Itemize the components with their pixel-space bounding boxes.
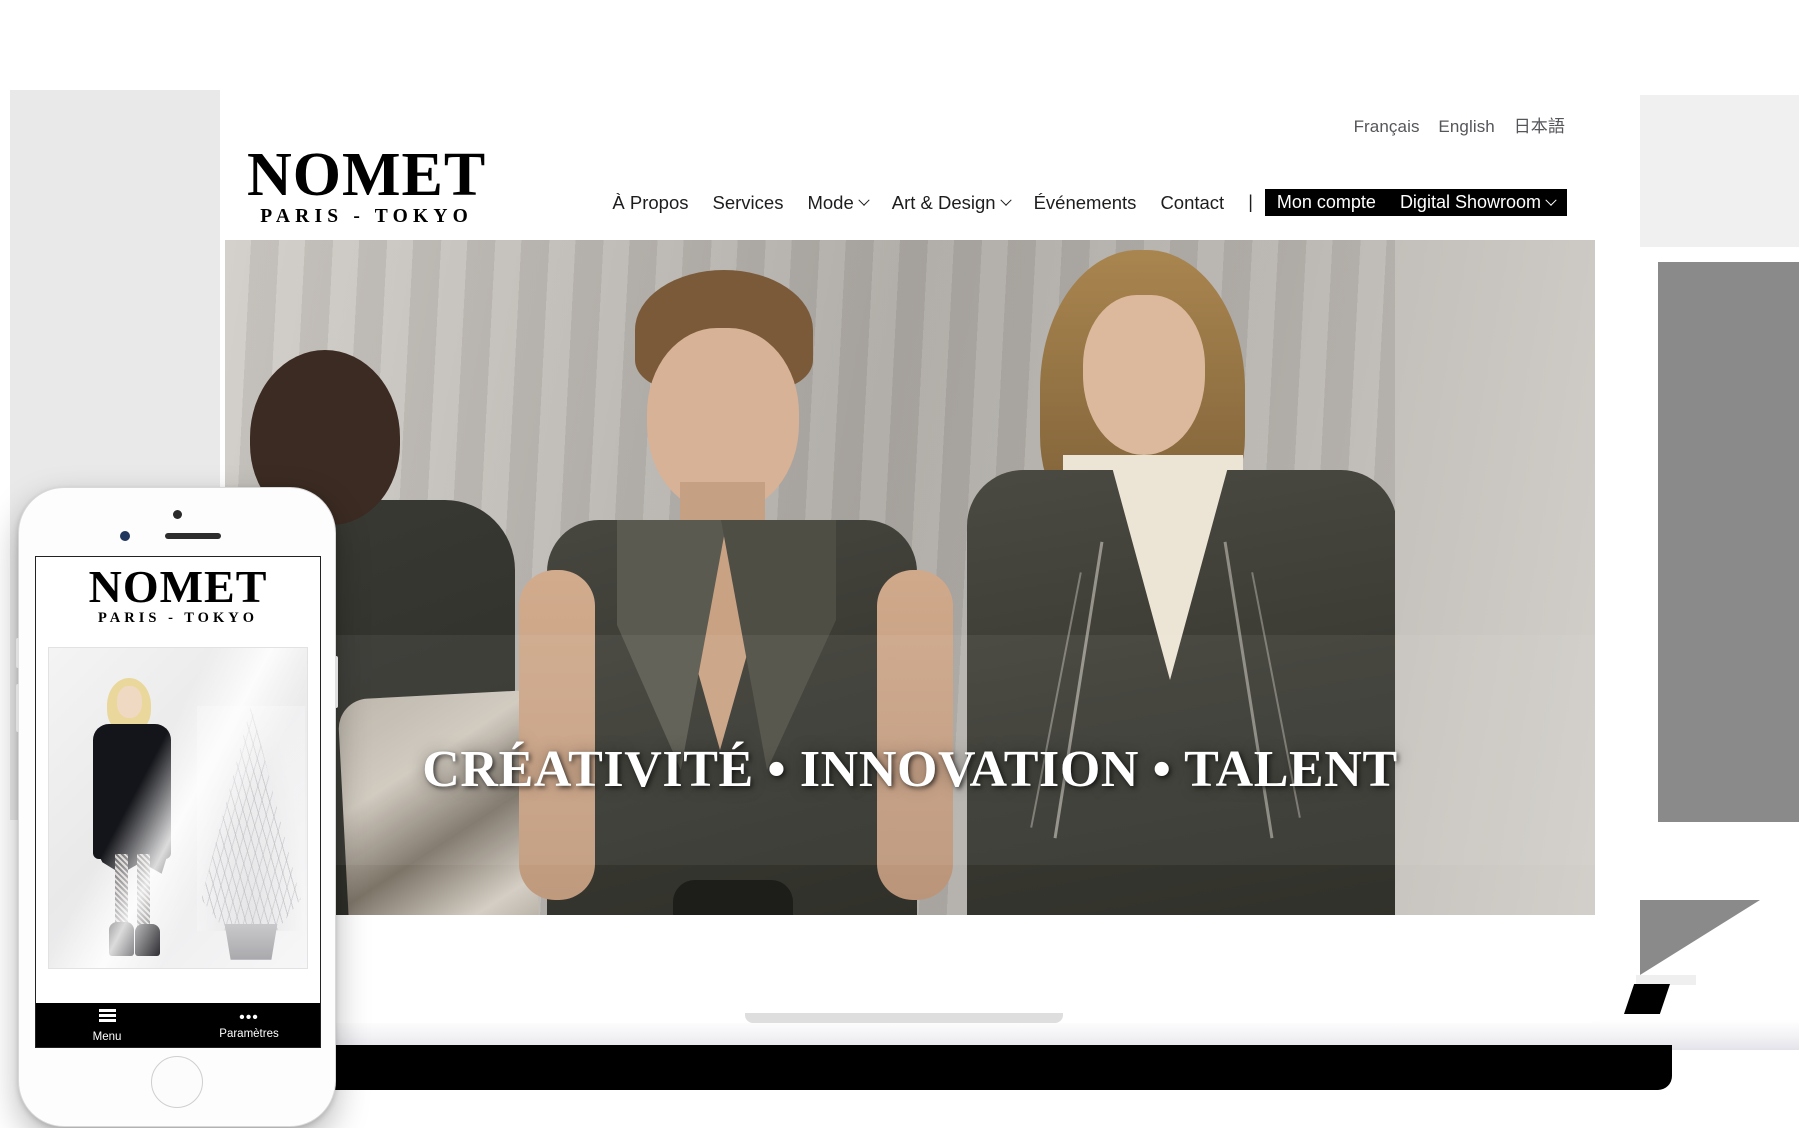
nav-label: À Propos bbox=[612, 191, 689, 213]
nav-item-contact[interactable]: Contact bbox=[1160, 192, 1224, 214]
phone-tab-label: Paramètres bbox=[219, 1028, 279, 1040]
laptop-base bbox=[322, 1045, 1672, 1090]
nav-label: Mon compte bbox=[1276, 192, 1376, 212]
phone-logo-wordmark: NOMET bbox=[88, 561, 268, 612]
phone-power-button[interactable] bbox=[335, 656, 338, 708]
laptop-notch bbox=[745, 1013, 1063, 1023]
website-window: Français English 日本語 NOMET PARIS - TOKYO… bbox=[225, 90, 1595, 985]
background-panel-right bbox=[1658, 262, 1799, 822]
background-corner-strip bbox=[1636, 975, 1696, 985]
logo-tagline: PARIS - TOKYO bbox=[260, 205, 474, 227]
language-option-en[interactable]: English bbox=[1438, 117, 1494, 136]
nav-label: Mode bbox=[807, 191, 854, 213]
nav-item-a-propos[interactable]: À Propos bbox=[612, 192, 688, 214]
nav-item-evenements[interactable]: Événements bbox=[1034, 192, 1137, 214]
hero-title: CRÉATIVITÉ • INNOVATION • TALENT bbox=[422, 741, 1398, 798]
phone-tab-menu[interactable]: Menu bbox=[36, 1007, 178, 1044]
hero-model-center bbox=[519, 270, 1005, 975]
hamburger-icon bbox=[98, 1007, 116, 1025]
language-option-ja[interactable]: 日本語 bbox=[1514, 117, 1565, 136]
ellipsis-icon: ••• bbox=[239, 1009, 259, 1026]
phone-tab-label: Menu bbox=[92, 1031, 122, 1044]
background-corner-accent bbox=[1624, 984, 1670, 1014]
nav-account-group: Mon compte Digital Showroom bbox=[1264, 189, 1567, 216]
nav-label: Art & Design bbox=[891, 191, 996, 213]
background-corner-diagonal bbox=[1640, 900, 1760, 975]
language-option-fr[interactable]: Français bbox=[1354, 117, 1420, 136]
chevron-down-icon bbox=[1545, 194, 1557, 206]
phone-volume-up-button[interactable] bbox=[16, 638, 19, 668]
phone-logo-tagline: PARIS - TOKYO bbox=[98, 609, 258, 626]
chevron-down-icon bbox=[999, 194, 1012, 206]
chevron-down-icon bbox=[858, 194, 870, 206]
phone-home-button[interactable] bbox=[151, 1056, 203, 1108]
phone-product-photo[interactable] bbox=[48, 646, 308, 969]
nav-label: Digital Showroom bbox=[1399, 192, 1541, 212]
site-header: NOMET PARIS - TOKYO À Propos Services Mo… bbox=[225, 141, 1595, 240]
phone-mockup: NOMET PARIS - TOKYO Menu ••• Paramètres bbox=[16, 487, 338, 1127]
main-navigation: À Propos Services Mode Art & Design Évén… bbox=[612, 189, 1567, 240]
top-utility-bar: Français English 日本語 bbox=[225, 90, 1595, 148]
nav-label: Services bbox=[712, 191, 784, 213]
logo-wordmark: NOMET bbox=[247, 141, 487, 210]
nav-item-mon-compte[interactable]: Mon compte bbox=[1277, 192, 1376, 213]
hero-photo bbox=[225, 240, 1595, 975]
phone-tab-parametres[interactable]: ••• Paramètres bbox=[178, 1009, 320, 1041]
phone-screen: NOMET PARIS - TOKYO Menu ••• Paramètres bbox=[35, 556, 321, 1048]
phone-sensor-icon bbox=[120, 531, 130, 541]
hero-bottom-strip bbox=[225, 915, 1595, 975]
phone-volume-down-button[interactable] bbox=[16, 684, 19, 732]
phone-speaker-icon bbox=[165, 533, 221, 539]
nav-separator: | bbox=[1248, 192, 1253, 212]
language-switcher[interactable]: Français English 日本語 bbox=[1354, 112, 1565, 137]
site-logo[interactable]: NOMET PARIS - TOKYO bbox=[247, 141, 487, 240]
background-panel-right-top bbox=[1640, 95, 1799, 247]
hero-section: CRÉATIVITÉ • INNOVATION • TALENT bbox=[225, 240, 1595, 975]
screenshot-root: Français English 日本語 NOMET PARIS - TOKYO… bbox=[0, 0, 1799, 1128]
phone-logo[interactable]: NOMET PARIS - TOKYO bbox=[36, 557, 320, 633]
nav-item-art-design[interactable]: Art & Design bbox=[891, 191, 1012, 214]
phone-tab-bar: Menu ••• Paramètres bbox=[36, 1003, 320, 1047]
nav-label: Contact bbox=[1160, 191, 1225, 213]
nav-label: Événements bbox=[1033, 191, 1137, 213]
phone-camera-icon bbox=[172, 510, 182, 519]
nav-item-digital-showroom[interactable]: Digital Showroom bbox=[1399, 192, 1557, 213]
nav-item-mode[interactable]: Mode bbox=[807, 191, 870, 214]
nav-item-services[interactable]: Services bbox=[713, 192, 784, 214]
